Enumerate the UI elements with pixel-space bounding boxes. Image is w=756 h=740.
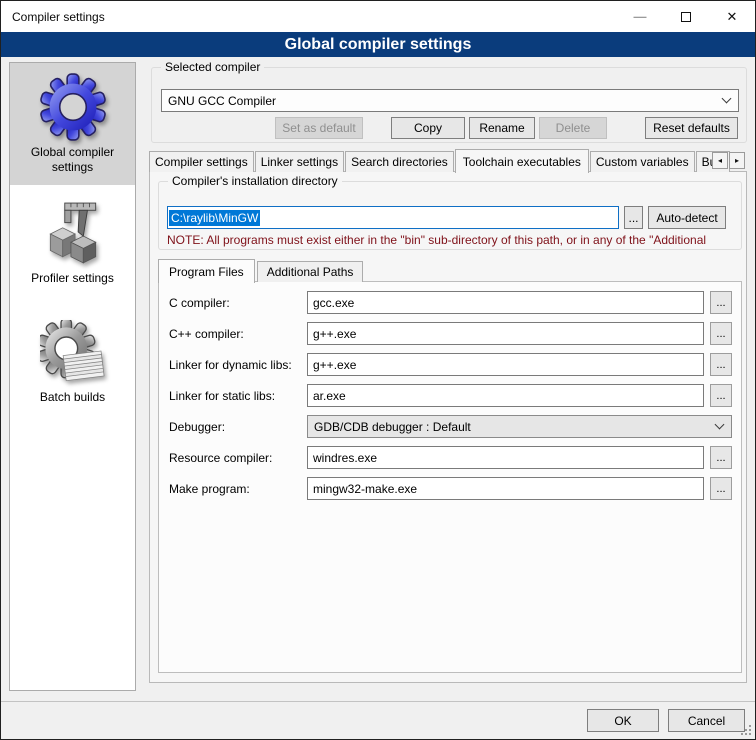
program-files-panel: C compiler: ... C++ compiler: ... Linker… — [158, 281, 742, 673]
window-title: Compiler settings — [12, 10, 105, 24]
form-row-debugger: Debugger: GDB/CDB debugger : Default — [169, 415, 732, 438]
arrow-left-icon: ◂ — [718, 156, 722, 165]
field-label: Linker for dynamic libs: — [169, 358, 307, 372]
compiler-combobox-value: GNU GCC Compiler — [168, 94, 717, 108]
linker-dynamic-input[interactable] — [307, 353, 704, 376]
reset-defaults-button[interactable]: Reset defaults — [645, 117, 738, 139]
tab-program-files[interactable]: Program Files — [158, 259, 255, 283]
group-legend: Selected compiler — [161, 60, 264, 74]
field-label: C compiler: — [169, 296, 307, 310]
copy-button[interactable]: Copy — [391, 117, 465, 139]
settings-tab-strip: Compiler settings Linker settings Search… — [149, 148, 747, 172]
tab-search-directories[interactable]: Search directories — [345, 151, 454, 172]
caption-buttons: — ✕ — [617, 1, 755, 32]
dialog-header: Global compiler settings — [1, 32, 755, 57]
settings-category-list: Global compiler settings — [9, 62, 136, 691]
browse-linker-static-button[interactable]: ... — [710, 384, 732, 407]
gear-stack-icon — [40, 320, 106, 386]
note-text: NOTE: All programs must exist either in … — [167, 233, 740, 247]
make-program-input[interactable] — [307, 477, 704, 500]
form-row-linker-dynamic: Linker for dynamic libs: ... — [169, 353, 732, 376]
minimize-button[interactable]: — — [617, 1, 663, 32]
sidebar-item-label: Profiler settings — [14, 271, 131, 286]
selected-compiler-group: Selected compiler GNU GCC Compiler Set a… — [151, 67, 747, 143]
caliper-icon — [40, 201, 106, 267]
sidebar-item-label: Batch builds — [14, 390, 131, 405]
sidebar-item-profiler-settings[interactable]: Profiler settings — [10, 191, 135, 296]
browse-resource-compiler-button[interactable]: ... — [710, 446, 732, 469]
field-label: Debugger: — [169, 420, 307, 434]
chevron-down-icon — [715, 420, 725, 430]
title-bar: Compiler settings — ✕ — [1, 1, 755, 32]
compiler-settings-dialog: Compiler settings — ✕ Global compiler se… — [0, 0, 756, 740]
gear-blue-icon — [39, 73, 107, 141]
field-label: C++ compiler: — [169, 327, 307, 341]
debugger-dropdown-value: GDB/CDB debugger : Default — [314, 420, 710, 434]
form-row-resource-compiler: Resource compiler: ... — [169, 446, 732, 469]
browse-make-program-button[interactable]: ... — [710, 477, 732, 500]
rename-button[interactable]: Rename — [469, 117, 535, 139]
form-row-c-compiler: C compiler: ... — [169, 291, 732, 314]
linker-static-input[interactable] — [307, 384, 704, 407]
group-legend: Compiler's installation directory — [168, 174, 342, 188]
sidebar-item-global-compiler-settings[interactable]: Global compiler settings — [10, 63, 135, 185]
tab-toolchain-executables[interactable]: Toolchain executables — [455, 149, 589, 173]
installation-directory-group: Compiler's installation directory C:\ray… — [158, 181, 742, 250]
cpp-compiler-input[interactable] — [307, 322, 704, 345]
arrow-right-icon: ▸ — [735, 156, 739, 165]
compiler-buttons-row: Set as default Copy Rename Delete Reset … — [152, 117, 738, 139]
tab-scroll-right-button[interactable]: ▸ — [729, 152, 745, 169]
ok-button[interactable]: OK — [587, 709, 659, 732]
maximize-icon — [681, 12, 691, 22]
tab-additional-paths[interactable]: Additional Paths — [257, 261, 364, 282]
field-label: Resource compiler: — [169, 451, 307, 465]
browse-directory-button[interactable]: ... — [624, 206, 643, 229]
close-icon: ✕ — [727, 9, 738, 25]
resize-grip[interactable] — [739, 723, 752, 736]
c-compiler-input[interactable] — [307, 291, 704, 314]
maximize-button[interactable] — [663, 1, 709, 32]
tab-linker-settings[interactable]: Linker settings — [255, 151, 344, 172]
browse-cpp-compiler-button[interactable]: ... — [710, 322, 732, 345]
toolchain-executables-page: Compiler's installation directory C:\ray… — [149, 171, 747, 683]
installation-directory-input[interactable]: C:\raylib\MinGW — [167, 206, 619, 229]
sidebar-item-batch-builds[interactable]: Batch builds — [10, 310, 135, 415]
cancel-button[interactable]: Cancel — [668, 709, 745, 732]
form-row-make-program: Make program: ... — [169, 477, 732, 500]
close-button[interactable]: ✕ — [709, 1, 755, 32]
set-as-default-button[interactable]: Set as default — [275, 117, 363, 139]
field-label: Linker for static libs: — [169, 389, 307, 403]
installation-directory-value: C:\raylib\MinGW — [169, 210, 260, 226]
resource-compiler-input[interactable] — [307, 446, 704, 469]
browse-linker-dynamic-button[interactable]: ... — [710, 353, 732, 376]
chevron-down-icon — [722, 94, 732, 104]
tab-custom-variables[interactable]: Custom variables — [590, 151, 695, 172]
tab-scroll-buttons: ◂ ▸ — [711, 152, 745, 169]
footer-divider — [1, 701, 755, 702]
page-title: Global compiler settings — [285, 36, 472, 54]
delete-button[interactable]: Delete — [539, 117, 607, 139]
debugger-dropdown[interactable]: GDB/CDB debugger : Default — [307, 415, 732, 438]
form-row-linker-static: Linker for static libs: ... — [169, 384, 732, 407]
browse-c-compiler-button[interactable]: ... — [710, 291, 732, 314]
minimize-icon: — — [634, 9, 647, 24]
sidebar-item-label: Global compiler settings — [14, 145, 131, 175]
form-row-cpp-compiler: C++ compiler: ... — [169, 322, 732, 345]
auto-detect-button[interactable]: Auto-detect — [648, 206, 726, 229]
files-tab-strip: Program Files Additional Paths — [158, 259, 365, 282]
field-label: Make program: — [169, 482, 307, 496]
compiler-combobox[interactable]: GNU GCC Compiler — [161, 89, 739, 112]
tab-scroll-left-button[interactable]: ◂ — [712, 152, 728, 169]
tab-compiler-settings[interactable]: Compiler settings — [149, 151, 254, 172]
